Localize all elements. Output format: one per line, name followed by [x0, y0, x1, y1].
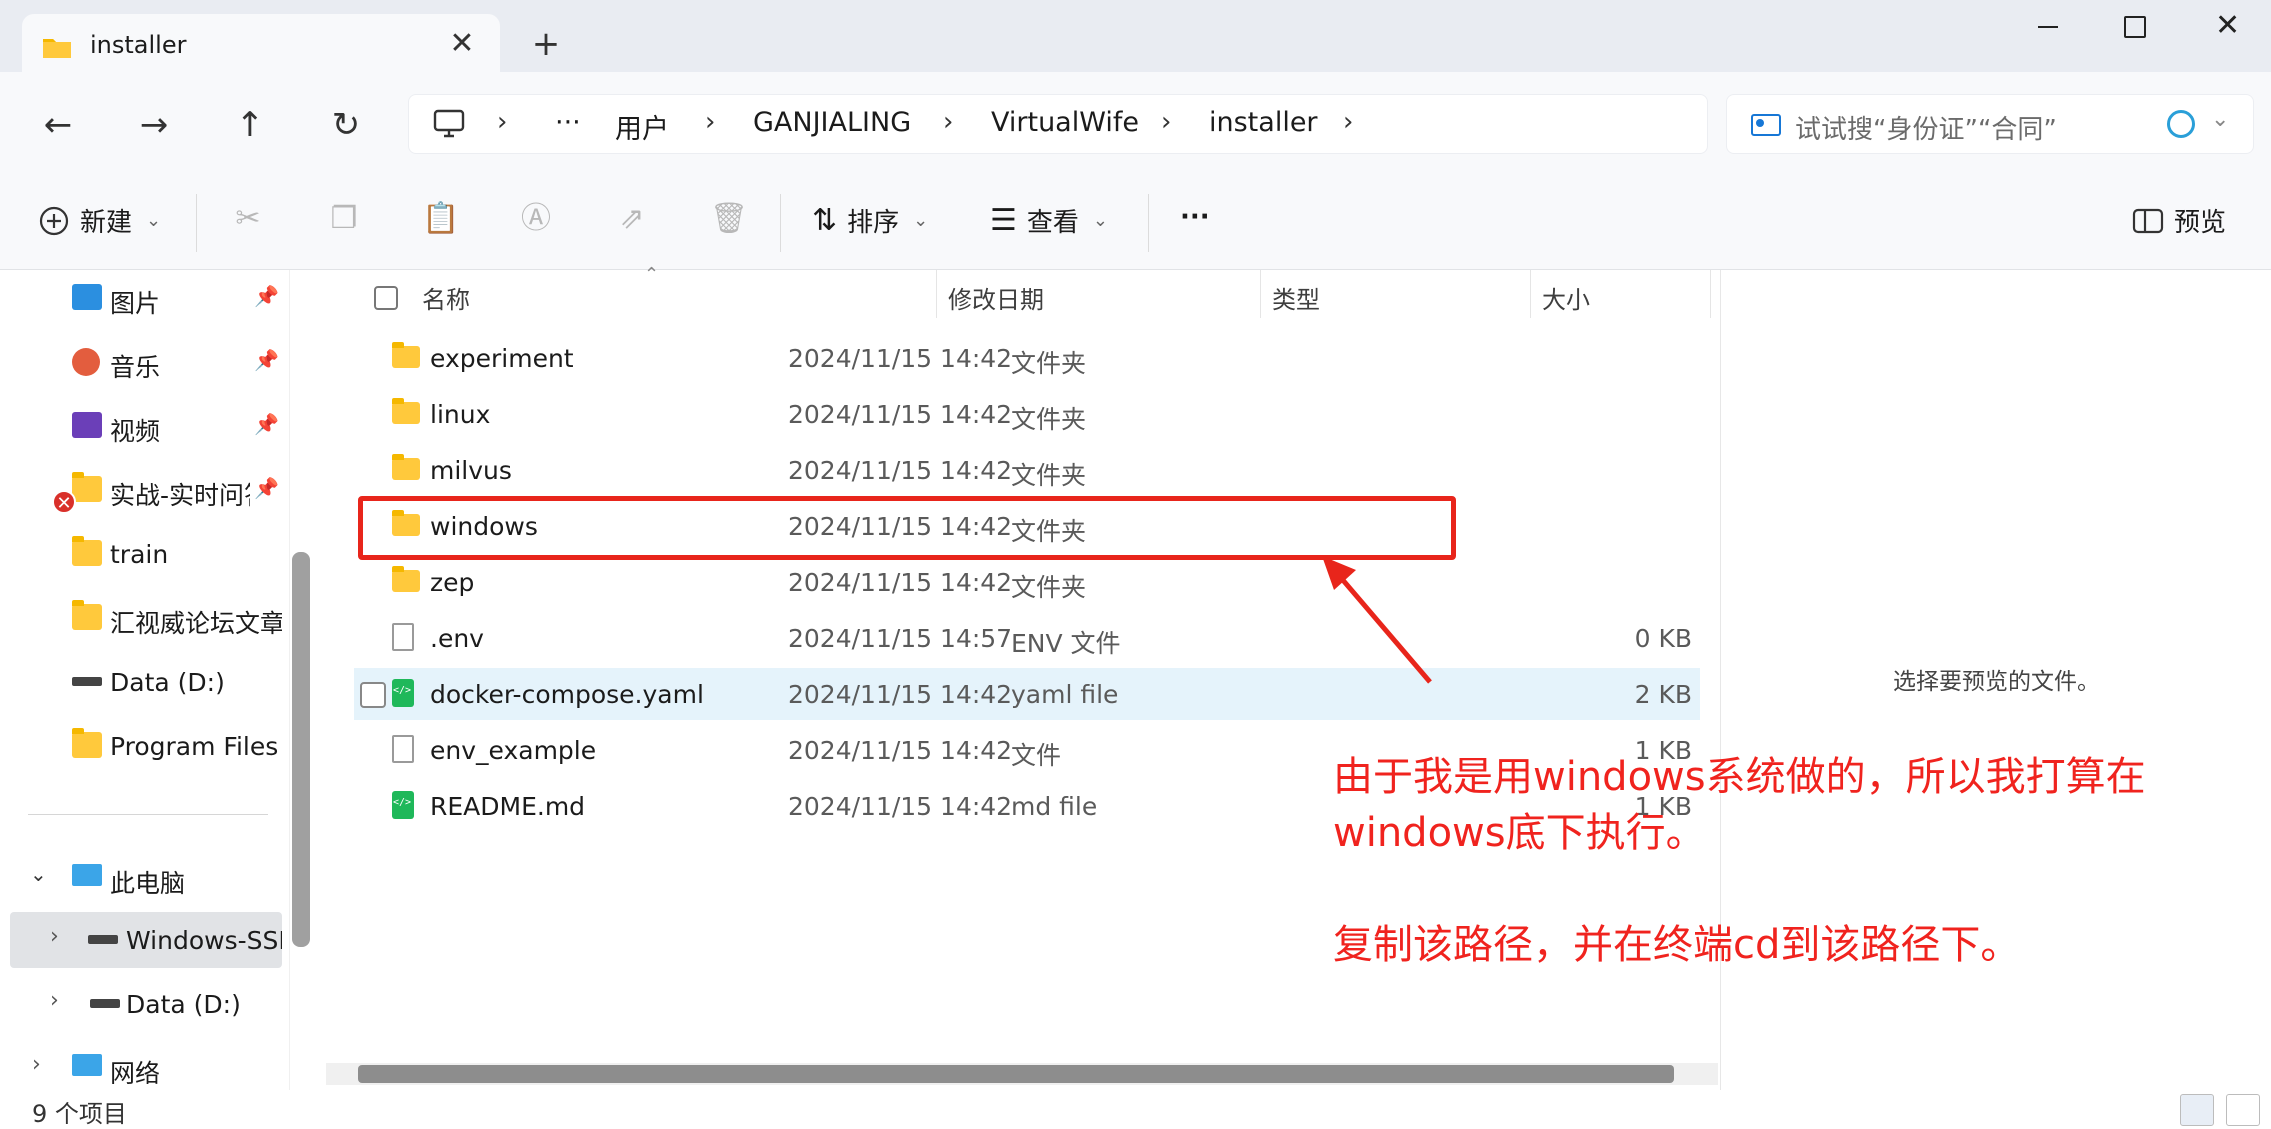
annotation-line-1: 由于我是用windows系统做的，所以我打算在	[1333, 754, 2146, 800]
annotation-line-2: windows底下执行。	[1333, 810, 1706, 856]
annotation-line-3: 复制该路径，并在终端cd到该路径下。	[1333, 922, 2021, 968]
